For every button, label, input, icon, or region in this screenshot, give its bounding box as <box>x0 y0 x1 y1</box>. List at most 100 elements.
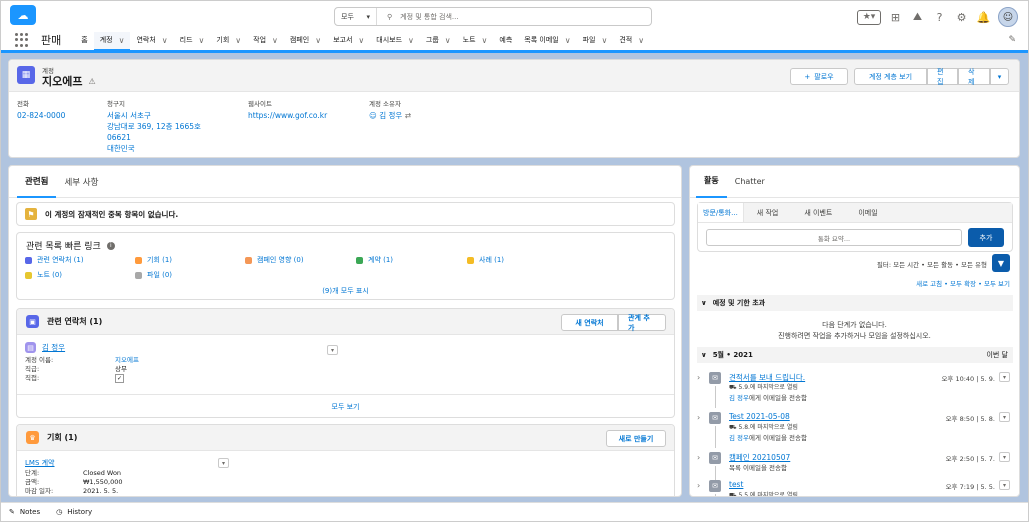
refresh-expand-links[interactable]: 새로 고침 • 모두 확장 • 모두 보기 <box>916 278 1010 288</box>
user-avatar[interactable]: ☺ <box>998 7 1018 27</box>
nav-item[interactable]: 계정 ∨ <box>93 31 131 52</box>
chevron-down-icon[interactable]: ∨ <box>445 36 451 45</box>
info-icon[interactable]: i <box>106 241 115 250</box>
hierarchy-icon[interactable]: ⚠ <box>88 77 95 86</box>
quick-link[interactable]: 기회 (1) <box>135 255 172 265</box>
search-input[interactable]: ⚲ 계정 및 통합 검색... <box>377 12 651 22</box>
timeline-item-title[interactable]: test <box>729 480 743 489</box>
quick-link[interactable]: 노트 (0) <box>25 270 62 280</box>
view-all-contacts-link[interactable]: 모두 보기 <box>17 394 674 417</box>
follow-button[interactable]: + 팔로우 <box>790 68 848 85</box>
tab-activity[interactable]: 활동 <box>696 166 727 198</box>
chevron-down-icon[interactable]: ∨ <box>162 36 168 45</box>
chevron-down-icon[interactable]: ∨ <box>199 36 205 45</box>
tab-chatter[interactable]: Chatter <box>727 166 773 198</box>
timeline-item-menu-chevron-icon[interactable]: ▾ <box>999 452 1010 462</box>
setup-gear-icon[interactable]: ⚙ <box>954 10 969 25</box>
history-utility[interactable]: ◷ History <box>56 508 92 516</box>
show-all-link[interactable]: (9)개 모두 표시 <box>17 286 674 296</box>
edit-nav-pencil-icon[interactable]: ✎ <box>1008 35 1016 45</box>
chevron-down-icon[interactable]: ∨ <box>482 36 488 45</box>
chevron-down-icon[interactable]: ∨ <box>119 36 125 45</box>
nav-item[interactable]: 연락처 ∨ <box>130 30 173 50</box>
chevron-down-icon[interactable]: ∨ <box>235 36 241 45</box>
website-link[interactable]: https://www.gof.co.kr <box>248 110 369 121</box>
view-hierarchy-button[interactable]: 계정 계층 보기 <box>854 68 927 85</box>
nav-item[interactable]: 작업 ∨ <box>247 30 284 50</box>
timeline-item-menu-chevron-icon[interactable]: ▾ <box>999 480 1010 490</box>
opportunities-card-title[interactable]: 기회 (1) <box>47 432 77 443</box>
app-logo-icon[interactable]: ☁ <box>10 5 36 25</box>
upcoming-section-header[interactable]: ∨ 예정 및 기한 초과 <box>697 295 1013 311</box>
quick-link[interactable]: 관련 연락처 (1) <box>25 255 84 265</box>
call-summary-input[interactable]: 통화 요약... <box>706 229 962 246</box>
activity-subtab[interactable]: 방문/통화... <box>698 203 744 222</box>
nav-item[interactable]: 기회 ∨ <box>210 30 247 50</box>
timeline-item-date: 오후 7:19 | 5. 5. <box>945 483 995 491</box>
nav-item[interactable]: 파일 ∨ <box>577 30 614 50</box>
nav-item[interactable]: 리드 ∨ <box>174 30 211 50</box>
favorites-star-icon[interactable]: ★▾ <box>857 9 881 25</box>
activity-subtab[interactable]: 새 이벤트 <box>791 203 845 222</box>
tab-details[interactable]: 세부 사항 <box>56 166 106 198</box>
new-contact-button[interactable]: 새 연락처 <box>561 314 618 331</box>
filter-funnel-icon[interactable]: ▼ <box>992 254 1010 272</box>
contact-row-menu-chevron-icon[interactable]: ▾ <box>327 345 338 355</box>
edit-button[interactable]: 편집 <box>927 68 958 86</box>
expand-chevron-icon[interactable]: › <box>697 413 700 422</box>
chevron-down-icon[interactable]: ∨ <box>358 36 364 45</box>
activity-subtab[interactable]: 이메일 <box>845 203 890 222</box>
quick-link[interactable]: 계약 (1) <box>356 255 393 265</box>
more-actions-chevron-icon[interactable]: ▾ <box>990 68 1009 85</box>
recipient-link[interactable]: 김 정우 <box>729 434 749 442</box>
recipient-link[interactable]: 김 정우 <box>729 394 749 402</box>
expand-chevron-icon[interactable]: › <box>697 453 700 462</box>
chevron-down-icon[interactable]: ∨ <box>408 36 414 45</box>
month-section-header[interactable]: ∨ 5월 • 2021 이번 달 <box>697 347 1013 363</box>
chevron-down-icon[interactable]: ∨ <box>638 36 644 45</box>
nav-item[interactable]: 대시보드 ∨ <box>370 30 420 50</box>
timeline-item-title[interactable]: Test 2021-05-08 <box>729 412 790 421</box>
quick-link[interactable]: 캠페인 영향 (0) <box>245 255 304 265</box>
timeline-item-menu-chevron-icon[interactable]: ▾ <box>999 372 1010 382</box>
timeline-item-menu-chevron-icon[interactable]: ▾ <box>999 412 1010 422</box>
contact-name-link[interactable]: 김 정우 <box>42 342 65 353</box>
quick-link[interactable]: 파일 (0) <box>135 270 172 280</box>
expand-chevron-icon[interactable]: › <box>697 481 700 490</box>
opportunity-row-menu-chevron-icon[interactable]: ▾ <box>218 458 229 468</box>
trailhead-icon[interactable]: ⛰ <box>910 10 925 25</box>
nav-item[interactable]: 노트 ∨ <box>457 30 494 50</box>
expand-chevron-icon[interactable]: › <box>697 373 700 382</box>
nav-item[interactable]: 보고서 ∨ <box>327 30 370 50</box>
address-value[interactable]: 서울시 서초구 강남대로 369, 12층 1665호 06621 대한민국 <box>107 110 248 154</box>
nav-item[interactable]: 홈 <box>75 30 93 50</box>
new-opportunity-button[interactable]: 새로 만들기 <box>606 430 666 447</box>
change-owner-icon[interactable]: ⇄ <box>405 111 411 120</box>
global-actions-plus-icon[interactable]: ⊞ <box>888 10 903 25</box>
add-relationship-button[interactable]: 관계 추가 <box>618 314 666 332</box>
notifications-bell-icon[interactable]: 🔔 <box>976 10 991 25</box>
app-launcher-icon[interactable] <box>15 33 29 47</box>
nav-item[interactable]: 예측 <box>493 30 518 50</box>
delete-button[interactable]: 삭제 <box>958 68 990 86</box>
help-icon[interactable]: ? <box>932 10 947 25</box>
owner-link[interactable]: 김 정우 <box>379 111 402 120</box>
chevron-down-icon[interactable]: ∨ <box>315 36 321 45</box>
field-link[interactable]: 지오에프 <box>115 356 139 365</box>
chevron-down-icon[interactable]: ∨ <box>272 36 278 45</box>
add-activity-button[interactable]: 추가 <box>968 228 1004 247</box>
nav-item[interactable]: 견적 ∨ <box>613 30 650 50</box>
opportunity-name-link[interactable]: LMS 계약 <box>25 458 674 468</box>
notes-utility[interactable]: ✎ Notes <box>9 508 40 516</box>
phone-value[interactable]: 02-824-0000 <box>17 110 107 121</box>
chevron-down-icon[interactable]: ∨ <box>601 36 607 45</box>
nav-item[interactable]: 그룹 ∨ <box>420 30 457 50</box>
tab-related[interactable]: 관련됨 <box>17 166 57 198</box>
quick-link[interactable]: 사례 (1) <box>467 255 504 265</box>
chevron-down-icon[interactable]: ∨ <box>565 36 571 45</box>
nav-item[interactable]: 캠페인 ∨ <box>284 30 327 50</box>
activity-subtab[interactable]: 새 작업 <box>744 203 792 222</box>
contacts-card-title[interactable]: 관련 연락처 (1) <box>47 316 102 327</box>
search-scope-dropdown[interactable]: 모두 ▾ <box>335 8 377 25</box>
nav-item[interactable]: 목록 이메일 ∨ <box>518 30 576 50</box>
